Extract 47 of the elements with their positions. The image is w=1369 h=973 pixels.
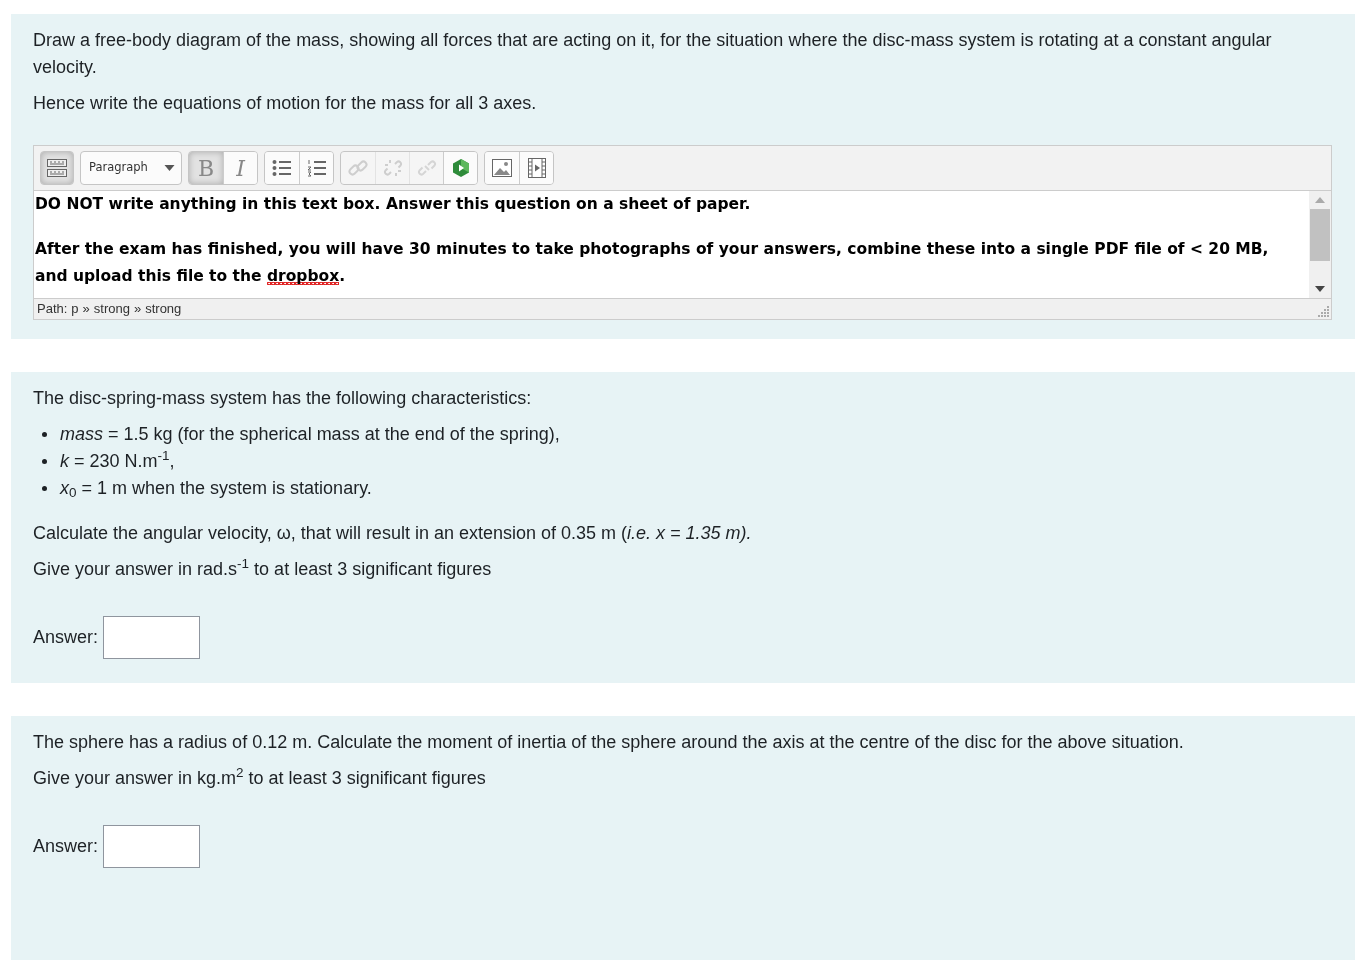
- answer-field[interactable]: [103, 825, 201, 868]
- image-button[interactable]: [485, 152, 519, 184]
- bullet-icon: [42, 486, 47, 491]
- chain-link-icon: [348, 158, 368, 178]
- up-triangle-icon[interactable]: [1315, 197, 1325, 203]
- bullet-list-button[interactable]: [265, 152, 299, 184]
- path-separator: »: [133, 300, 142, 319]
- editor-paragraph: After the exam has finished, you will have 30 minutes to take photographs of your answers, combine these into a single PDF file of < 20 MB, and upload this file to the dropbox.: [35, 239, 1270, 287]
- numbered-list-icon: [306, 159, 327, 177]
- keyboard-grid-icon: [47, 159, 67, 177]
- path-link[interactable]: strong: [145, 299, 182, 319]
- chain-fragment-icon: [416, 158, 437, 178]
- path-separator: »: [82, 300, 90, 319]
- path-link[interactable]: p: [71, 299, 79, 319]
- editor-paragraph: DO NOT write anything in this text box. Answer this question on a sheet of paper.: [35, 194, 752, 215]
- question-text: Give your answer in rad.s$^{-1}$ to at least 3 significant figures: [33, 556, 493, 581]
- video-button[interactable]: [519, 152, 553, 184]
- resize-grip-icon[interactable]: [1318, 306, 1330, 318]
- bullet-text: x$_{0}$ = 1 m when the system is stationary.: [60, 477, 372, 502]
- question-text: Draw a free-body diagram of the mass, showing all forces that are acting on it, for the situation where the disc-mass system is rotating at a constant angular velocity.: [33, 29, 1273, 79]
- bullet-list-icon: [272, 159, 292, 177]
- scrollbar-thumb[interactable]: [1310, 209, 1330, 261]
- path-label: Path:: [37, 300, 68, 319]
- numbered-list-button[interactable]: [299, 152, 333, 184]
- question-text: Hence write the equations of motion for the mass for all 3 axes.: [33, 92, 538, 115]
- answer-label: Answer:: [33, 626, 99, 649]
- path-link[interactable]: strong: [93, 299, 130, 319]
- question-text: Calculate the angular velocity, ω, that will result in an extension of 0.35 m (i.e. x = 1.35 m).: [33, 522, 753, 545]
- bullet-icon: [42, 459, 47, 464]
- scrollbar[interactable]: [1309, 191, 1331, 298]
- question-text: The sphere has a radius of 0.12 m. Calculate the moment of inertia of the sphere around the axis at the centre of the disc for the above situation.: [33, 731, 1185, 754]
- media-plugin-button[interactable]: [443, 152, 477, 184]
- answer-field[interactable]: [103, 616, 201, 659]
- bullet-icon: [42, 432, 47, 437]
- format-dropdown[interactable]: Paragraph: [80, 151, 182, 185]
- down-triangle-icon[interactable]: [1315, 286, 1325, 292]
- image-icon: [492, 159, 512, 177]
- question-text: Give your answer in kg.m$^{2}$ to at least 3 significant figures: [33, 765, 487, 790]
- answer-label: Answer:: [33, 835, 99, 858]
- question-text: The disc-spring-mass system has the following characteristics:: [33, 387, 533, 410]
- toggle-button[interactable]: [40, 151, 74, 185]
- bullet-text: k = 230 N.m$^{-1}$,: [60, 448, 175, 473]
- caret-icon: [164, 165, 175, 171]
- broken-chain-icon: [382, 158, 403, 178]
- bullet-text: mass = 1.5 kg (for the spherical mass at the end of the spring),: [60, 423, 560, 446]
- film-strip-icon: [526, 158, 547, 178]
- play-hexagon-icon: [450, 158, 471, 178]
